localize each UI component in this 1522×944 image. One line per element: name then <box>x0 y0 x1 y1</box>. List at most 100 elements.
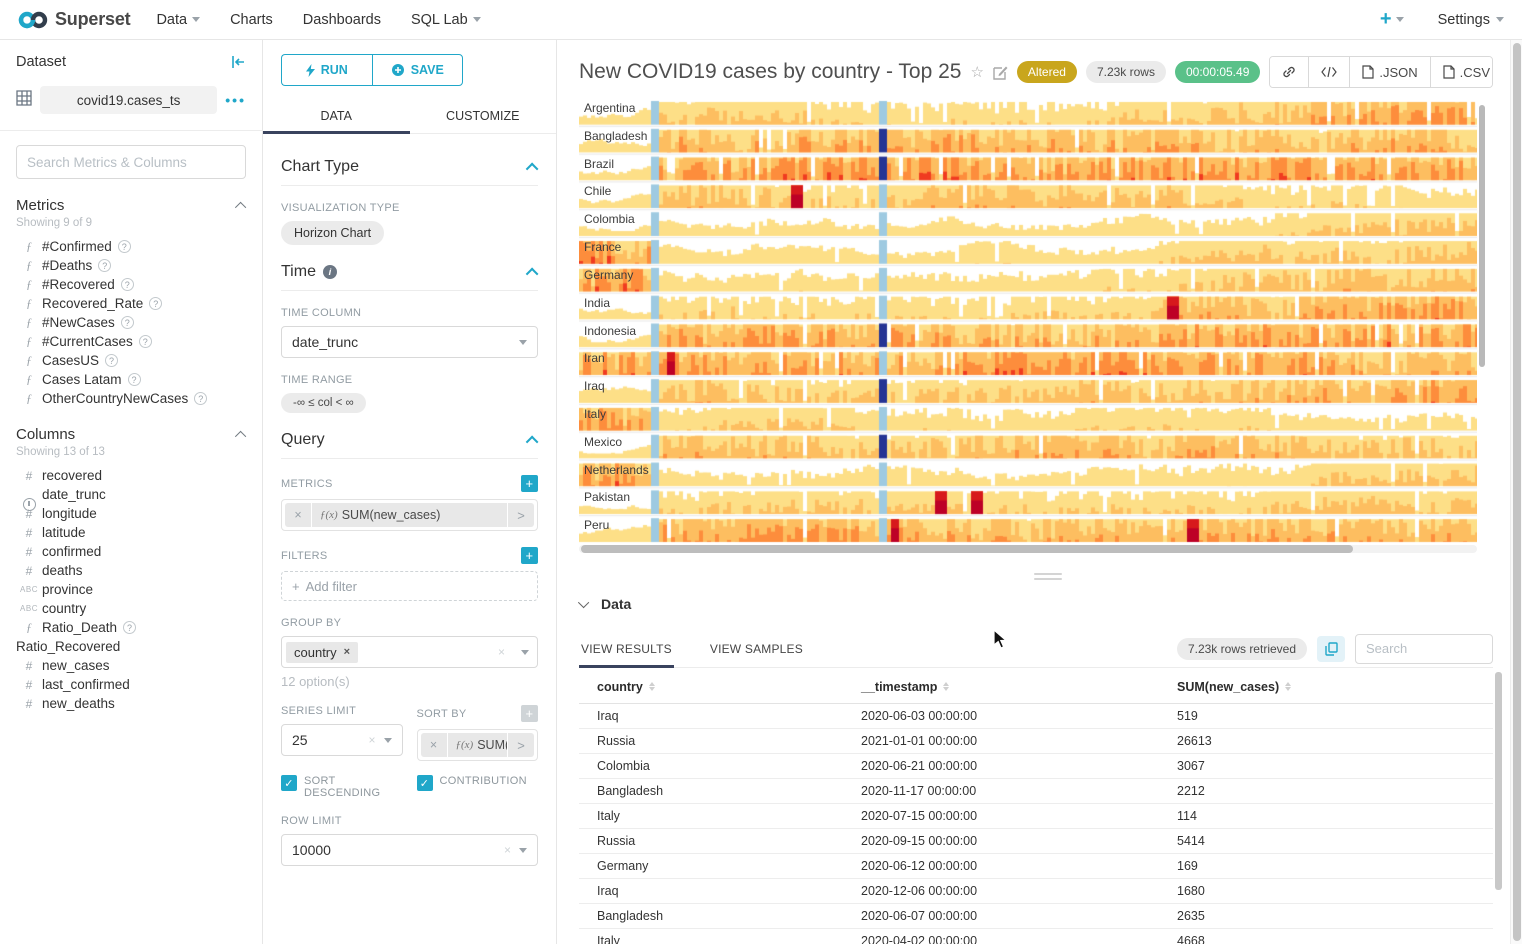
metric-item[interactable]: ƒ Recovered_Rate ? <box>16 294 246 313</box>
tab-view-samples[interactable]: VIEW SAMPLES <box>708 631 805 667</box>
column-item[interactable]: ƒ Ratio_Death ? <box>16 618 246 637</box>
edit-properties-icon[interactable] <box>993 65 1008 80</box>
column-item[interactable]: # new_deaths ? <box>16 694 246 713</box>
remove-metric-icon[interactable]: × <box>285 503 311 527</box>
clear-icon[interactable]: × <box>504 843 511 857</box>
tab-customize[interactable]: CUSTOMIZE <box>410 100 557 133</box>
collapse-data-panel-icon[interactable] <box>578 597 589 608</box>
column-item[interactable]: # recovered ? <box>16 466 246 485</box>
page-scrollbar[interactable] <box>1513 43 1521 941</box>
sort-by-pill[interactable]: ƒ(x) SUM(... <box>448 733 508 757</box>
cell-sum-new-cases: 2635 <box>1159 909 1493 923</box>
chart-type-section-title: Chart Type <box>281 158 359 176</box>
column-item[interactable]: ABC province ? <box>16 580 246 599</box>
metric-item[interactable]: ƒ OtherCountryNewCases ? <box>16 389 246 408</box>
table-row: Italy 2020-07-15 00:00:00 114 <box>579 804 1493 829</box>
column-item[interactable]: # longitude ? <box>16 504 246 523</box>
share-link-button[interactable] <box>1270 57 1309 87</box>
remove-sort-icon[interactable]: × <box>421 733 447 757</box>
table-row: Russia 2021-01-01 00:00:00 26613 <box>579 729 1493 754</box>
metric-item[interactable]: ƒ #Confirmed ? <box>16 237 246 256</box>
column-item[interactable]: # new_cases ? <box>16 656 246 675</box>
expand-metric-icon[interactable]: > <box>508 503 534 527</box>
chevron-up-icon[interactable] <box>526 435 539 448</box>
add-metric-button[interactable]: + <box>521 475 538 492</box>
horizon-chart-canvas[interactable] <box>579 98 1477 543</box>
dataset-options-icon[interactable]: ••• <box>225 92 246 108</box>
help-icon[interactable]: ? <box>118 240 131 253</box>
metric-pill[interactable]: ƒ(x) SUM(new_cases) <box>312 503 507 527</box>
help-icon[interactable]: ? <box>194 392 207 405</box>
help-icon[interactable]: ? <box>121 316 134 329</box>
embed-code-button[interactable] <box>1309 57 1350 87</box>
column-item[interactable]: # confirmed ? <box>16 542 246 561</box>
time-column-select[interactable]: date_trunc <box>281 326 538 358</box>
copy-icon <box>1325 642 1338 656</box>
metric-item[interactable]: ƒ #Deaths ? <box>16 256 246 275</box>
group-by-select[interactable]: country × × <box>281 636 538 668</box>
export-csv-button[interactable]: .CSV <box>1431 57 1493 87</box>
new-item-button[interactable]: + <box>1380 8 1404 31</box>
help-icon[interactable]: ? <box>149 297 162 310</box>
settings-menu[interactable]: Settings <box>1438 12 1504 28</box>
favorite-star-icon[interactable]: ☆ <box>970 63 983 81</box>
column-item[interactable]: ABC country ? <box>16 599 246 618</box>
metric-item[interactable]: ƒ CasesUS ? <box>16 351 246 370</box>
expand-sort-icon[interactable]: > <box>508 733 534 757</box>
column-item[interactable]: date_trunc ? <box>16 485 246 504</box>
contribution-checkbox[interactable]: ✓ CONTRIBUTION <box>417 775 539 799</box>
superset-logo[interactable]: Superset <box>18 9 130 30</box>
column-item[interactable]: # deaths ? <box>16 561 246 580</box>
remove-tag-icon[interactable]: × <box>344 646 350 658</box>
help-icon[interactable]: ? <box>105 354 118 367</box>
nav-menu-item[interactable]: Dashboards <box>303 12 381 28</box>
help-icon[interactable]: ? <box>98 259 111 272</box>
metric-item[interactable]: ƒ #NewCases ? <box>16 313 246 332</box>
nav-menu-item[interactable]: Charts <box>230 12 273 28</box>
help-icon[interactable]: ? <box>123 621 136 634</box>
sort-descending-checkbox[interactable]: ✓ SORT DESCENDING <box>281 775 403 799</box>
table-search-input[interactable] <box>1355 634 1493 664</box>
chevron-up-icon[interactable] <box>526 162 539 175</box>
panel-resize-handle[interactable] <box>1034 573 1062 583</box>
export-json-button[interactable]: .JSON <box>1350 57 1430 87</box>
help-icon[interactable]: ? <box>128 373 141 386</box>
chevron-up-icon[interactable] <box>235 201 246 212</box>
dataset-name-button[interactable]: covid19.cases_ts <box>40 86 217 114</box>
column-item[interactable]: # latitude ? <box>16 523 246 542</box>
add-filter-plus-button[interactable]: + <box>521 547 538 564</box>
nav-menu-item[interactable]: Data <box>156 12 200 28</box>
help-icon[interactable]: ? <box>139 335 152 348</box>
metrics-count: Showing 9 of 9 <box>16 217 246 229</box>
chart-horizontal-scrollbar[interactable] <box>581 545 1353 553</box>
metrics-columns-search-input[interactable] <box>16 145 246 179</box>
metric-item[interactable]: ƒ #Recovered ? <box>16 275 246 294</box>
add-sort-by-button[interactable]: + <box>521 705 538 722</box>
chart-vertical-scrollbar[interactable] <box>1479 105 1485 367</box>
chevron-up-icon[interactable] <box>526 267 539 280</box>
viz-type-value[interactable]: Horizon Chart <box>281 221 384 245</box>
collapse-panel-icon[interactable] <box>231 55 246 69</box>
copy-data-button[interactable] <box>1317 636 1345 662</box>
add-filter-button[interactable]: + Add filter <box>281 571 538 601</box>
table-scrollbar[interactable] <box>1495 672 1502 890</box>
tab-view-results[interactable]: VIEW RESULTS <box>579 631 674 667</box>
clear-icon[interactable]: × <box>498 645 505 659</box>
column-header-timestamp[interactable]: __timestamp <box>843 680 1159 694</box>
chevron-up-icon[interactable] <box>235 430 246 441</box>
column-item[interactable]: # last_confirmed ? <box>16 675 246 694</box>
metric-item[interactable]: ƒ Cases Latam ? <box>16 370 246 389</box>
column-item[interactable]: Ratio_Recovered ? <box>16 637 246 656</box>
run-button[interactable]: RUN <box>281 54 372 86</box>
row-limit-select[interactable]: 10000 × <box>281 834 538 866</box>
series-limit-select[interactable]: 25 × <box>281 724 403 756</box>
save-button[interactable]: SAVE <box>372 54 464 86</box>
column-header-country[interactable]: country <box>579 680 843 694</box>
nav-menu-item[interactable]: SQL Lab <box>411 12 481 28</box>
help-icon[interactable]: ? <box>121 278 134 291</box>
tab-data[interactable]: DATA <box>263 100 410 133</box>
clear-icon[interactable]: × <box>368 733 375 747</box>
metric-item[interactable]: ƒ #CurrentCases ? <box>16 332 246 351</box>
time-range-value[interactable]: -∞ ≤ col < ∞ <box>281 393 366 413</box>
column-header-sum-new-cases[interactable]: SUM(new_cases) <box>1159 680 1493 694</box>
